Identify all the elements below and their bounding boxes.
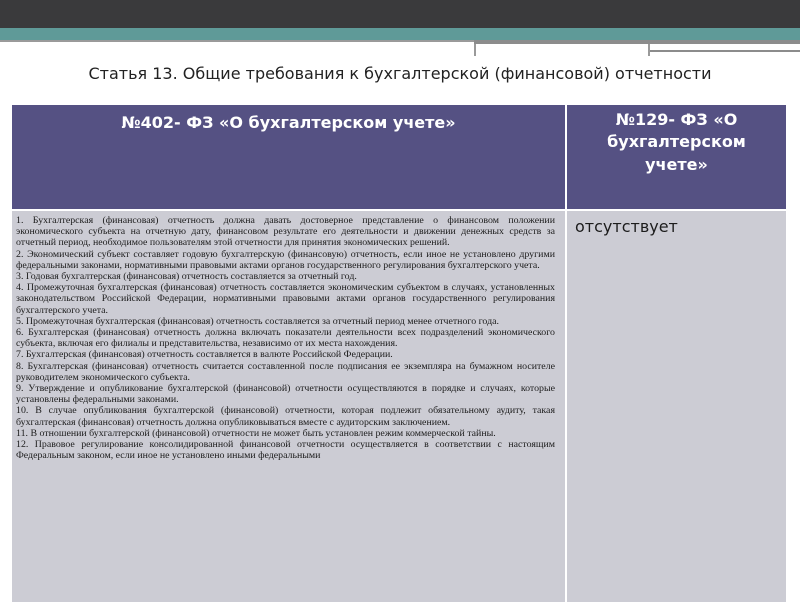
teal-accent-band bbox=[0, 28, 800, 40]
cell-129fz-text: отсутствует bbox=[567, 211, 786, 602]
slide-title: Статья 13. Общие требования к бухгалтерс… bbox=[88, 64, 712, 83]
column-header-402fz: №402- ФЗ «О бухгалтерском учете» bbox=[12, 105, 565, 209]
list-item: 3. Годовая бухгалтерская (финансовая) от… bbox=[16, 271, 357, 283]
column-header-129fz: №129- ФЗ «О бухгалтерском учете» bbox=[567, 105, 786, 209]
cell-402fz-text: 1. Бухгалтерская (финансовая) отчетность… bbox=[12, 211, 565, 602]
list-item: 10. В случае опубликования бухгалтерской… bbox=[16, 405, 555, 428]
list-item: 5. Промежуточная бухгалтерская (финансов… bbox=[16, 315, 499, 327]
decorative-rule bbox=[474, 44, 476, 56]
decorative-rule bbox=[474, 40, 800, 44]
list-item: 2. Экономический субъект составляет годо… bbox=[16, 248, 555, 271]
list-item: 12. Правовое регулирование консолидирова… bbox=[16, 439, 555, 462]
decorative-rule bbox=[648, 44, 650, 56]
list-item: 1. Бухгалтерская (финансовая) отчетность… bbox=[16, 215, 555, 249]
list-item: 8. Бухгалтерская (финансовая) отчетность… bbox=[16, 360, 555, 383]
comparison-table: №402- ФЗ «О бухгалтерском учете» №129- Ф… bbox=[12, 105, 786, 602]
decorative-rule bbox=[0, 40, 474, 42]
decorative-rule bbox=[648, 50, 800, 52]
top-dark-band bbox=[0, 0, 800, 28]
list-item: 6. Бухгалтерская (финансовая) отчетность… bbox=[16, 327, 555, 350]
list-item: 9. Утверждение и опубликование бухгалтер… bbox=[16, 383, 555, 406]
list-item: 11. В отношении бухгалтерской (финансово… bbox=[16, 427, 496, 439]
list-item: 7. Бухгалтерская (финансовая) отчетность… bbox=[16, 349, 393, 361]
list-item: 4. Промежуточная бухгалтерская (финансов… bbox=[16, 282, 555, 316]
